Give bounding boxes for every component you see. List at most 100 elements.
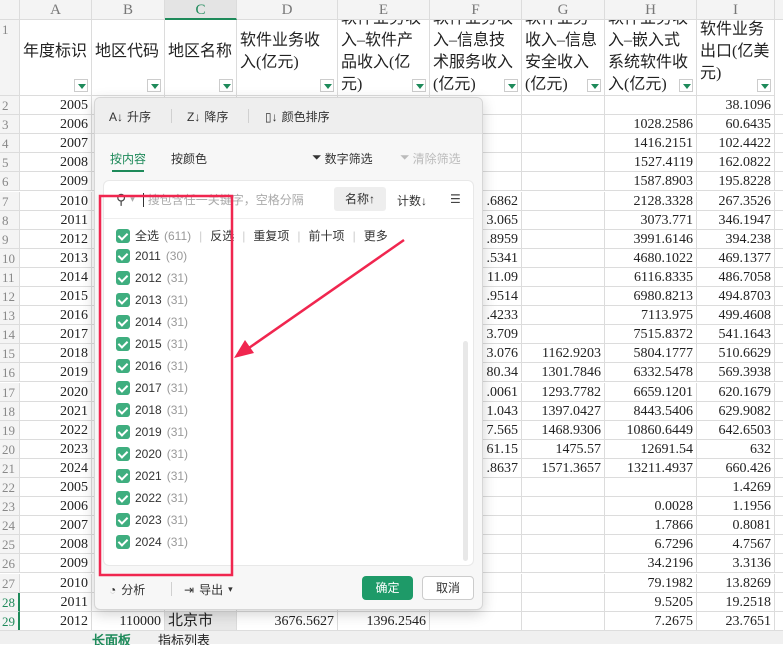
table-cell[interactable]: 2009 (20, 172, 92, 192)
table-cell[interactable]: 195.8228 (697, 172, 775, 192)
header-cell-E[interactable]: 软件业务收入–软件产品收入(亿元) (338, 20, 430, 96)
sort-ascending-button[interactable]: A↓ 升序 (109, 108, 151, 125)
checkbox-checked-icon[interactable] (116, 403, 130, 417)
table-cell[interactable]: 2018 (20, 344, 92, 364)
filter-value-item[interactable]: 2013 (31) (116, 293, 188, 307)
table-cell[interactable]: 2019 (20, 363, 92, 383)
table-cell[interactable]: 1162.9203 (522, 344, 605, 364)
table-cell[interactable]: 2008 (20, 153, 92, 173)
row-header[interactable]: 3 (0, 115, 20, 135)
checkbox-checked-icon[interactable] (116, 491, 130, 505)
column-header-H[interactable]: H (605, 0, 697, 20)
table-cell[interactable] (522, 592, 605, 612)
table-cell[interactable]: 34.2196 (605, 554, 697, 574)
table-cell[interactable] (775, 383, 783, 402)
table-cell[interactable]: 346.1947 (697, 210, 775, 230)
table-cell[interactable]: 2010 (20, 191, 92, 211)
table-cell[interactable] (775, 478, 783, 498)
row-header[interactable]: 14 (0, 325, 20, 345)
filter-dropdown-button[interactable] (679, 79, 693, 92)
table-cell[interactable]: 3991.6146 (605, 229, 697, 249)
filter-value-item[interactable]: 2012 (31) (116, 271, 188, 285)
row-header[interactable]: 20 (0, 439, 20, 459)
filter-value-item[interactable]: 2020 (31) (116, 447, 188, 461)
table-cell[interactable] (605, 478, 697, 498)
table-cell[interactable]: 267.3526 (697, 191, 775, 211)
table-cell[interactable] (522, 516, 605, 536)
table-cell[interactable]: 394.238 (697, 229, 775, 249)
table-cell[interactable]: 19.2518 (697, 592, 775, 612)
table-cell[interactable]: 1475.57 (522, 439, 605, 459)
table-cell[interactable]: 2128.3328 (605, 191, 697, 211)
row-header[interactable]: 5 (0, 153, 20, 173)
filter-value-item[interactable]: 2017 (31) (116, 381, 188, 395)
column-header-B[interactable]: B (92, 0, 165, 20)
column-header-I[interactable]: I (697, 0, 775, 20)
header-cell-B[interactable]: 地区代码 (92, 20, 165, 96)
table-cell[interactable] (522, 535, 605, 555)
table-cell[interactable]: 6980.8213 (605, 287, 697, 307)
table-cell[interactable]: 13.8269 (697, 573, 775, 593)
table-cell[interactable]: 6.7296 (605, 535, 697, 555)
column-header-E[interactable]: E (338, 0, 430, 20)
table-cell[interactable] (522, 325, 605, 345)
filter-value-item[interactable]: 2018 (31) (116, 403, 188, 417)
table-cell[interactable]: 2008 (20, 535, 92, 555)
row-header[interactable]: 15 (0, 344, 20, 364)
checkbox-checked-icon[interactable] (116, 513, 130, 527)
table-cell[interactable] (775, 192, 783, 211)
table-cell[interactable]: 102.4422 (697, 134, 775, 154)
header-cell-G[interactable]: 软件业务收入–信息安全收入(亿元) (522, 20, 605, 96)
column-header-A[interactable]: A (20, 0, 92, 20)
sheet-tab-active[interactable]: 长面板 (92, 631, 131, 645)
table-cell[interactable]: 1.7866 (605, 516, 697, 536)
header-cell-D[interactable]: 软件业务收入(亿元) (237, 20, 338, 96)
filter-value-item[interactable]: 2015 (31) (116, 337, 188, 351)
column-header-G[interactable]: G (522, 0, 605, 20)
table-cell[interactable]: 2011 (20, 210, 92, 230)
filter-value-item[interactable]: 2019 (31) (116, 425, 188, 439)
table-cell[interactable]: 510.6629 (697, 344, 775, 364)
filter-value-item[interactable]: 2011 (30) (116, 249, 187, 263)
table-cell[interactable]: 2021 (20, 401, 92, 421)
table-cell[interactable] (775, 612, 783, 631)
table-cell[interactable] (522, 611, 605, 631)
table-cell[interactable] (430, 611, 522, 631)
row-header[interactable]: 7 (0, 191, 20, 211)
row-header[interactable]: 29 (0, 611, 20, 631)
table-cell[interactable] (775, 134, 783, 154)
table-cell[interactable] (775, 516, 783, 536)
table-cell[interactable]: 7.2675 (605, 611, 697, 631)
table-cell[interactable]: 569.3938 (697, 363, 775, 383)
sheet-tab[interactable]: 指标列表 (158, 631, 210, 645)
table-cell[interactable]: 2024 (20, 458, 92, 478)
table-cell[interactable]: 499.4608 (697, 306, 775, 326)
table-cell[interactable] (775, 249, 783, 268)
filter-dropdown-button[interactable] (412, 79, 426, 92)
row-header[interactable]: 16 (0, 363, 20, 383)
checkbox-checked-icon[interactable] (116, 425, 130, 439)
table-cell[interactable]: 4.7567 (697, 535, 775, 555)
header-cell-F[interactable]: 软件业务收入–信息技术服务收入(亿元) (430, 20, 522, 96)
row-header[interactable]: 2 (0, 96, 20, 116)
table-cell[interactable]: 2020 (20, 382, 92, 402)
table-cell[interactable] (522, 554, 605, 574)
table-cell[interactable]: 2013 (20, 248, 92, 268)
select-all-row[interactable]: 全选 (611) | 反选 | 重复项 | 前十项 | 更多 (116, 227, 388, 244)
table-cell[interactable] (775, 440, 783, 459)
table-cell[interactable] (522, 306, 605, 326)
table-cell[interactable]: 1587.8903 (605, 172, 697, 192)
row-header[interactable]: 28 (0, 592, 20, 612)
table-cell[interactable]: 2005 (20, 96, 92, 116)
table-cell[interactable]: 2012 (20, 611, 92, 631)
table-cell[interactable] (775, 497, 783, 517)
export-button[interactable]: ⇥ 导出 ▾ (184, 581, 233, 598)
table-cell[interactable]: 1293.7782 (522, 382, 605, 402)
table-cell[interactable]: 632 (697, 439, 775, 459)
checkbox-checked-icon[interactable] (116, 469, 130, 483)
header-cell-I[interactable]: 软件业务出口(亿美元) (697, 20, 775, 96)
table-cell[interactable]: 110000 (92, 611, 165, 631)
row-header[interactable]: 9 (0, 229, 20, 249)
filter-dropdown-button[interactable] (147, 79, 161, 92)
table-cell[interactable]: 486.7058 (697, 267, 775, 287)
